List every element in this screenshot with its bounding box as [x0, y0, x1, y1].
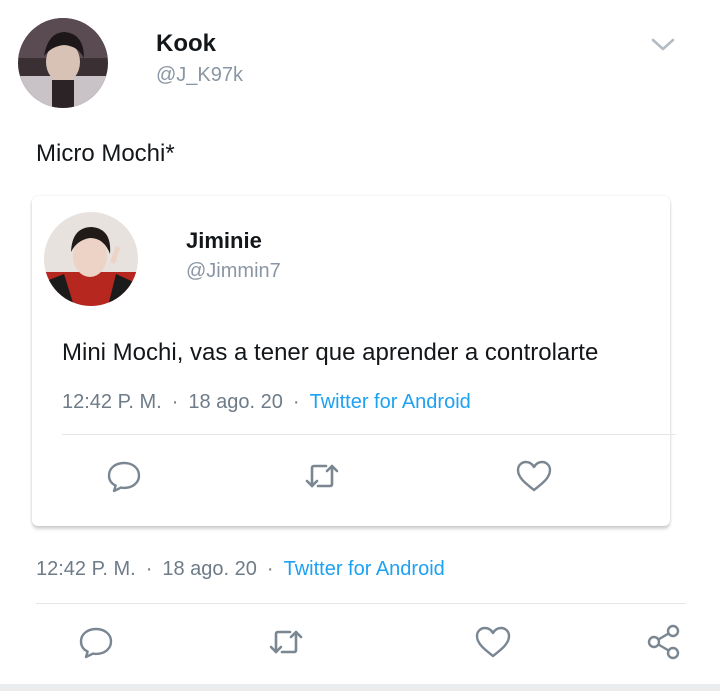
- meta-separator: ·: [145, 558, 153, 580]
- quoted-tweet-meta: 12:42 P. M. · 18 ago. 20 · Twitter for Andro…: [62, 391, 471, 414]
- tweet-date: 18 ago. 20: [162, 558, 257, 580]
- author-name[interactable]: Kook: [156, 30, 216, 58]
- reply-icon[interactable]: [76, 622, 116, 662]
- chevron-down-icon[interactable]: [650, 36, 676, 54]
- tweet-meta: 12:42 P. M. · 18 ago. 20 · Twitter for Andro…: [36, 558, 445, 581]
- quoted-tweet-source-link[interactable]: Twitter for Android: [310, 391, 471, 413]
- meta-separator: ·: [171, 391, 179, 413]
- tweet-actions: [0, 622, 720, 666]
- meta-separator: ·: [292, 391, 300, 413]
- quoted-tweet-actions: [32, 454, 670, 498]
- tweet-time: 12:42 P. M.: [36, 558, 136, 580]
- quoted-tweet-card[interactable]: Jiminie @Jimmin7 Mini Mochi, vas a tener…: [32, 196, 676, 526]
- reply-icon[interactable]: [104, 456, 144, 496]
- divider: [36, 603, 686, 604]
- author-handle[interactable]: @J_K97k: [156, 64, 243, 87]
- meta-separator: ·: [266, 558, 274, 580]
- retweet-icon[interactable]: [302, 456, 342, 496]
- author-avatar[interactable]: [18, 18, 108, 108]
- quoted-author-name[interactable]: Jiminie: [186, 228, 262, 254]
- quoted-author-handle[interactable]: @Jimmin7: [186, 260, 281, 283]
- divider: [62, 434, 676, 435]
- heart-icon[interactable]: [473, 622, 513, 662]
- share-icon[interactable]: [644, 622, 684, 662]
- quoted-tweet-time: 12:42 P. M.: [62, 391, 162, 413]
- quoted-author-avatar[interactable]: [44, 212, 138, 306]
- bottom-edge: [0, 684, 720, 691]
- tweet-source-link[interactable]: Twitter for Android: [284, 558, 445, 580]
- quoted-tweet-text: Mini Mochi, vas a tener que aprender a c…: [62, 339, 599, 366]
- tweet-text: Micro Mochi*: [36, 140, 175, 167]
- quoted-tweet-date: 18 ago. 20: [188, 391, 283, 413]
- heart-icon[interactable]: [514, 456, 554, 496]
- retweet-icon[interactable]: [266, 622, 306, 662]
